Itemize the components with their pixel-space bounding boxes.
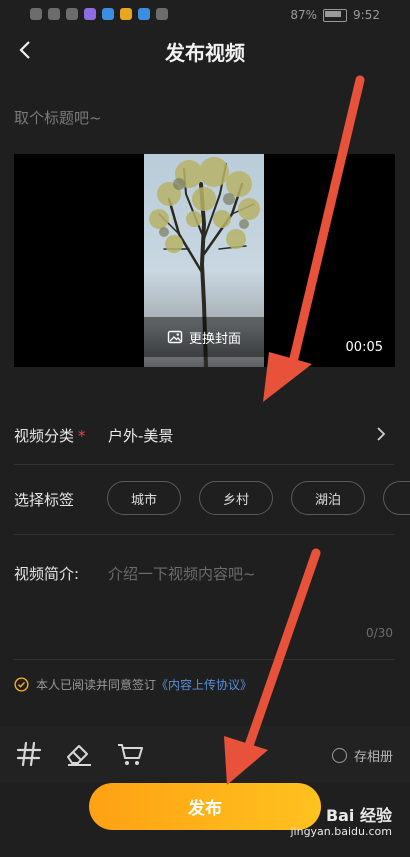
change-cover-label: 更换封面	[188, 331, 241, 347]
eraser-icon[interactable]	[64, 740, 94, 768]
radio-unchecked-icon[interactable]	[331, 748, 347, 763]
watermark-url: jingyan.baidu.com	[290, 825, 392, 839]
status-icons-right: 87% 9:52	[290, 8, 380, 22]
agreement-link[interactable]: 《内容上传协议》	[156, 676, 252, 693]
divider	[14, 659, 394, 660]
cart-icon[interactable]	[116, 740, 144, 768]
video-duration: 00:05	[345, 340, 383, 355]
status-bar: 87% 9:52	[0, 0, 410, 30]
agreement-text: 本人已阅读并同意签订	[36, 678, 157, 692]
category-value[interactable]: 户外-美景	[108, 425, 173, 446]
char-count: 0/30	[366, 626, 393, 640]
divider	[14, 534, 394, 535]
app-notification-icon	[156, 8, 168, 20]
required-mark: *	[78, 427, 86, 445]
sim-icon	[30, 8, 42, 20]
watermark-brand: Bai 经验	[325, 806, 392, 825]
change-cover-button[interactable]: 更换封面	[144, 317, 264, 357]
tag-city[interactable]: 城市	[107, 481, 181, 515]
hashtag-icon[interactable]	[15, 740, 43, 768]
app-notification-icon	[138, 8, 150, 20]
tags-label: 选择标签	[14, 491, 75, 509]
tag-more[interactable]	[383, 481, 410, 515]
tag-village[interactable]: 乡村	[199, 481, 273, 515]
wifi-icon	[66, 8, 78, 20]
app-notification-icon	[120, 8, 132, 20]
chevron-right-icon[interactable]	[372, 425, 390, 443]
description-label: 视频简介:	[14, 565, 80, 583]
save-to-album-toggle[interactable]: 存相册	[331, 746, 393, 765]
status-icons-left	[30, 8, 168, 20]
category-row[interactable]: 视频分类 *	[14, 425, 86, 446]
checkbox-checked-icon[interactable]	[14, 677, 29, 692]
video-preview[interactable]: 更换封面 00:05	[14, 154, 395, 367]
publish-button[interactable]: 发布	[89, 783, 321, 830]
description-input[interactable]: 介绍一下视频内容吧~	[108, 563, 256, 584]
signal-icon	[48, 8, 60, 20]
image-icon	[167, 330, 183, 344]
agreement[interactable]: 本人已阅读并同意签订 《内容上传协议》	[14, 676, 252, 693]
save-to-album-label: 存相册	[353, 750, 393, 765]
watermark: Bai 经验 jingyan.baidu.com	[290, 806, 392, 838]
page-title: 发布视频	[165, 41, 245, 65]
clock: 9:52	[353, 8, 380, 22]
battery-icon	[323, 8, 348, 22]
bottom-toolbar: 存相册	[0, 726, 410, 782]
battery-percent: 87%	[290, 8, 318, 22]
title-input[interactable]: 取个标题吧~	[14, 107, 102, 128]
category-label: 视频分类	[14, 427, 75, 445]
tag-lake[interactable]: 湖泊	[291, 481, 365, 515]
divider	[14, 464, 394, 465]
app-notification-icon	[84, 8, 96, 20]
app-notification-icon	[102, 8, 114, 20]
